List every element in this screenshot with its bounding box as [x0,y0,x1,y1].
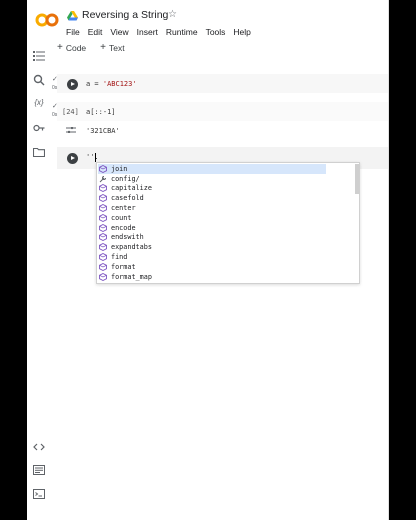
autocomplete-item-label: encode [111,223,136,232]
menu-help[interactable]: Help [233,27,250,37]
autocomplete-item-label: join [111,164,128,173]
method-icon [99,223,107,232]
autocomplete-item[interactable]: format_map [98,272,326,282]
menu-tools[interactable]: Tools [206,27,226,37]
left-sidebar: {x} [27,40,51,520]
autocomplete-item-label: casefold [111,194,144,203]
notebook-title[interactable]: Reversing a String [82,9,168,21]
notebook-toolbar: + Code + Text [57,42,125,54]
autocomplete-popup: join config/capitalize casefold center count… [96,162,360,284]
add-code-label: Code [65,43,87,53]
colab-logo[interactable] [35,13,59,27]
star-icon[interactable]: ☆ [168,9,177,20]
method-icon [99,194,107,203]
method-icon [99,184,107,193]
colab-page: Reversing a String ☆ File Edit View Inse… [27,0,389,520]
autocomplete-item-label: center [111,204,136,213]
wrench-icon [99,175,106,183]
variables-icon[interactable]: {x} [33,97,45,109]
command-palette-icon[interactable] [33,464,45,476]
autocomplete-item[interactable]: encode [98,223,326,233]
autocomplete-item[interactable]: count [98,213,326,223]
autocomplete-item[interactable]: casefold [98,193,326,203]
autocomplete-item[interactable]: expandtabs [98,242,326,252]
string-literal: 'ABC123' [102,80,137,88]
method-icon [99,164,107,173]
run-cell-button[interactable] [67,153,78,164]
autocomplete-item-label: expandtabs [111,243,152,252]
code-snippets-icon[interactable] [33,441,45,453]
autocomplete-item-label: find [111,253,128,262]
plus-icon: + [57,42,63,53]
method-icon [99,262,107,271]
autocomplete-item-label: endswith [111,233,144,242]
menu-view[interactable]: View [110,27,128,37]
autocomplete-item-label: count [111,213,132,222]
execution-count: [24] [62,108,79,116]
autocomplete-item[interactable]: endswith [98,233,326,243]
add-text-label: Text [109,43,125,53]
add-text-button[interactable]: + Text [100,42,125,54]
autocomplete-item-label: format [111,262,136,271]
add-code-button[interactable]: + Code [57,42,87,54]
method-icon [99,253,107,262]
menu-bar: File Edit View Insert Runtime Tools Help [66,27,251,37]
method-icon [99,243,107,252]
check-icon: ✓ [52,76,58,83]
autocomplete-item[interactable]: join [98,164,326,174]
google-drive-icon[interactable] [67,11,78,21]
method-icon [99,272,107,281]
autocomplete-item[interactable]: find [98,252,326,262]
menu-insert[interactable]: Insert [137,27,158,37]
table-of-contents-icon[interactable] [33,50,45,62]
code-text: a = [86,80,103,88]
cell-exec-time: 0s [52,112,58,118]
autocomplete-scrollbar[interactable] [355,164,359,194]
menu-file[interactable]: File [66,27,80,37]
autocomplete-item[interactable]: capitalize [98,184,326,194]
cell-exec-time: 0s [52,85,58,91]
method-icon [99,233,107,242]
right-border [388,0,389,520]
cell-output: '321CBA' [86,127,120,135]
check-icon: ✓ [52,103,58,110]
terminal-icon[interactable] [33,488,45,500]
output-actions-icon[interactable] [66,127,76,133]
code-cell[interactable]: ✓ 0s a = 'ABC123' [52,74,389,93]
folder-icon[interactable] [33,146,45,158]
autocomplete-item-label: format_map [111,272,152,281]
code-input[interactable]: ''. [86,153,99,161]
menu-edit[interactable]: Edit [88,27,103,37]
method-icon [99,213,107,222]
autocomplete-item-label: config/ [111,174,140,183]
text-cursor [95,153,96,162]
autocomplete-item[interactable]: config/ [98,174,326,184]
search-icon[interactable] [33,74,45,86]
method-icon [99,204,107,213]
autocomplete-item-label: capitalize [111,184,152,193]
plus-icon: + [100,42,107,53]
autocomplete-item[interactable]: center [98,203,326,213]
run-cell-button[interactable] [67,79,78,90]
autocomplete-item[interactable]: format [98,262,326,272]
code-line[interactable]: a = 'ABC123' [86,80,137,88]
code-text[interactable]: a[::-1] [86,108,116,116]
menu-runtime[interactable]: Runtime [166,27,198,37]
code-cell[interactable]: ✓ 0s [24] a[::-1] [52,102,389,121]
app-header: Reversing a String ☆ File Edit View Inse… [27,0,389,40]
secrets-key-icon[interactable] [33,122,45,134]
